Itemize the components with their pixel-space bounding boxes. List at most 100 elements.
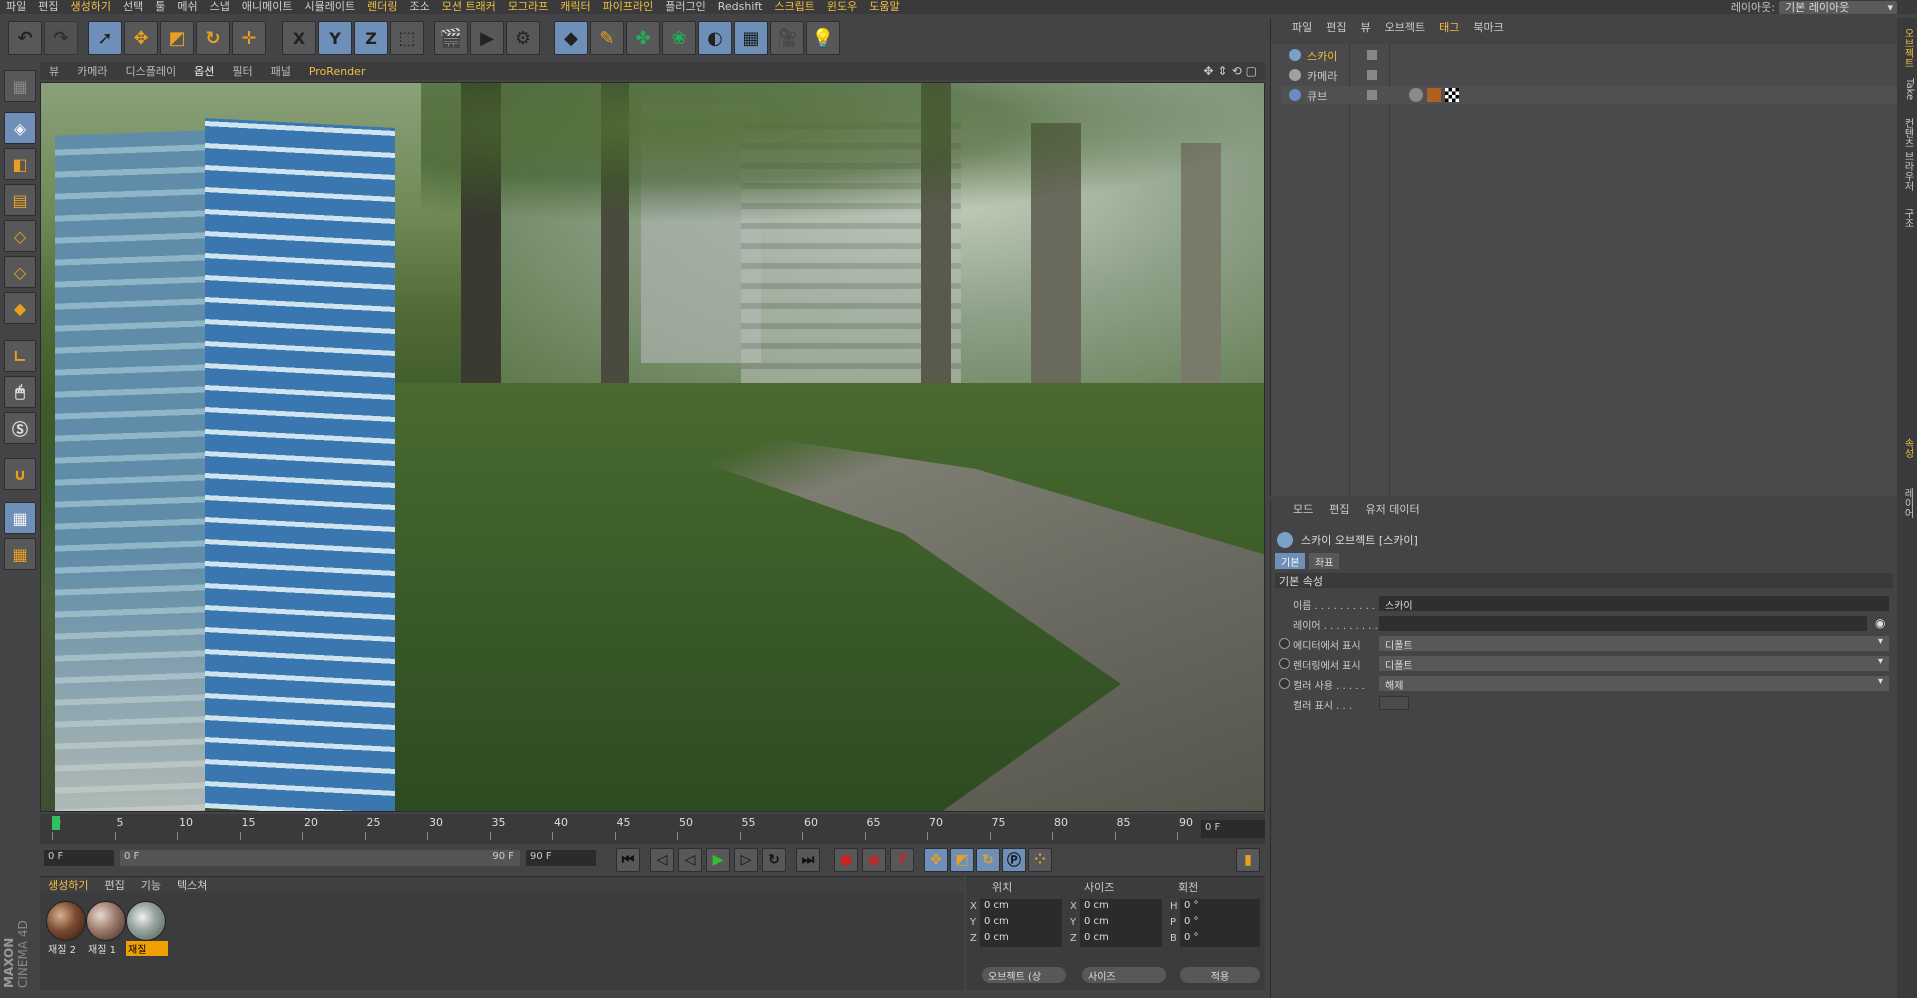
3d-viewport[interactable] (40, 82, 1265, 812)
key-parameter-button[interactable]: Ⓟ (1002, 848, 1026, 872)
point-mode-button[interactable]: ◇ (4, 220, 36, 252)
model-mode-button[interactable]: ◈ (4, 112, 36, 144)
color-swatch[interactable] (1379, 696, 1409, 710)
material-menu-item[interactable]: 생성하기 (40, 877, 96, 893)
visibility-toggle[interactable] (1367, 70, 1377, 80)
texture-tag-icon[interactable] (1427, 88, 1441, 102)
record-keys-button[interactable]: ● (834, 848, 858, 872)
viewport-menu-item[interactable]: 디스플레이 (117, 63, 186, 79)
menu-item[interactable]: 시뮬레이트 (298, 0, 361, 14)
keyframe-selection-button[interactable]: ? (890, 848, 914, 872)
object-mode-dropdown[interactable]: 오브젝트 (상 (982, 967, 1066, 983)
menu-item[interactable]: Redshift (712, 0, 769, 14)
menu-item[interactable]: 파일 (0, 0, 32, 14)
attribute-dropdown[interactable]: 해제 (1379, 676, 1889, 692)
attribute-menu-item[interactable]: 유저 데이터 (1358, 501, 1428, 517)
manager-side-tab[interactable]: 레이어 (1899, 488, 1915, 518)
auto-key-button[interactable]: ◉ (862, 848, 886, 872)
go-to-end-button[interactable]: ⏭ (796, 848, 820, 872)
pan-icon[interactable]: ✥ (1203, 64, 1213, 78)
object-manager-menu-item[interactable]: 오브젝트 (1378, 19, 1432, 35)
size-mode-dropdown[interactable]: 사이즈 (1082, 967, 1166, 983)
array-generator-button[interactable]: ❀ (662, 21, 696, 55)
cube-object-button[interactable]: ◆ (554, 21, 588, 55)
viewport-menu-item[interactable]: 뷰 (40, 63, 68, 79)
menu-item[interactable]: 플러그인 (659, 0, 711, 14)
menu-item[interactable]: 애니메이트 (236, 0, 299, 14)
attribute-menu-item[interactable]: 모드 (1285, 501, 1321, 517)
make-editable-button[interactable]: ▦ (4, 70, 36, 102)
menu-item[interactable]: 윈도우 (821, 0, 863, 14)
playhead[interactable] (52, 816, 60, 830)
attribute-dropdown[interactable]: 디폴트 (1379, 636, 1889, 652)
cube-object-right-face[interactable] (205, 118, 395, 811)
previous-key-button[interactable]: ◁ (650, 848, 674, 872)
object-row[interactable]: 큐브 (1281, 86, 1898, 104)
apply-button[interactable]: 적용 (1180, 967, 1260, 983)
object-manager-menu-item[interactable]: 편집 (1319, 19, 1353, 35)
play-button[interactable]: ▶ (706, 848, 730, 872)
material-swatch[interactable]: 재질 (126, 901, 168, 957)
material-menu-item[interactable]: 기능 (133, 877, 169, 893)
timeline-window-button[interactable]: ▮ (1236, 848, 1260, 872)
menu-item[interactable]: 툴 (149, 0, 171, 14)
menu-item[interactable]: 편집 (32, 0, 64, 14)
material-menu-item[interactable]: 편집 (96, 877, 132, 893)
move-tool-button[interactable]: ✥ (124, 21, 158, 55)
object-manager-menu-item[interactable]: 파일 (1285, 19, 1319, 35)
grid-snap-button[interactable]: ▦ (4, 538, 36, 570)
deformer-button[interactable]: ◐ (698, 21, 732, 55)
subdivision-button[interactable]: ✤ (626, 21, 660, 55)
rotation-field[interactable]: 0 ° (1180, 915, 1260, 931)
rotation-field[interactable]: 0 ° (1180, 931, 1260, 947)
menu-item[interactable]: 스냅 (204, 0, 236, 14)
material-tag-icon[interactable] (1409, 88, 1423, 102)
key-position-button[interactable]: ✥ (924, 848, 948, 872)
preview-range-slider[interactable]: 0 F 90 F (120, 850, 520, 866)
animation-radio[interactable] (1279, 638, 1290, 649)
attribute-input[interactable]: 스카이 (1379, 596, 1889, 612)
zoom-icon[interactable]: ⇕ (1218, 64, 1228, 78)
menu-item[interactable]: 스크립트 (768, 0, 820, 14)
viewport-menu-item[interactable]: ProRender (300, 65, 375, 78)
menu-item[interactable]: 메쉬 (171, 0, 203, 14)
snap-button[interactable]: Ⓢ (4, 412, 36, 444)
previous-frame-button[interactable]: ◁ (678, 848, 702, 872)
redo-button[interactable]: ↷ (44, 21, 78, 55)
attribute-dropdown[interactable]: 디폴트 (1379, 656, 1889, 672)
object-row[interactable]: 스카이 (1281, 46, 1898, 64)
tweak-mode-button[interactable]: 🖱 (4, 376, 36, 408)
visibility-toggle[interactable] (1367, 90, 1377, 100)
key-scale-button[interactable]: ◩ (950, 848, 974, 872)
undo-button[interactable]: ↶ (8, 21, 42, 55)
light-object-button[interactable]: 💡 (806, 21, 840, 55)
end-frame-field[interactable]: 90 F (526, 850, 596, 866)
rotate-tool-button[interactable]: ↻ (196, 21, 230, 55)
pen-spline-button[interactable]: ✎ (590, 21, 624, 55)
material-menu-item[interactable]: 텍스쳐 (169, 877, 215, 893)
next-key-button[interactable]: ↻ (762, 848, 786, 872)
object-row[interactable]: 카메라 (1281, 66, 1898, 84)
layer-picker-icon[interactable]: ◉ (1875, 616, 1885, 630)
object-name[interactable]: 큐브 (1307, 88, 1327, 104)
attribute-tab[interactable]: 좌표 (1309, 553, 1340, 569)
manager-side-tab[interactable]: Take (1899, 78, 1915, 100)
menu-item[interactable]: 모션 트래커 (436, 0, 502, 14)
phong-tag-icon[interactable] (1445, 88, 1459, 102)
object-manager-menu-item[interactable]: 북마크 (1466, 19, 1510, 35)
coordinate-system-button[interactable]: ⬚ (390, 21, 424, 55)
go-to-start-button[interactable]: ⏮ (616, 848, 640, 872)
axis-mode-button[interactable]: ∟ (4, 340, 36, 372)
layout-dropdown[interactable]: 기본 레이아웃 (1779, 0, 1897, 14)
visibility-toggle[interactable] (1367, 50, 1377, 60)
object-name[interactable]: 스카이 (1307, 48, 1337, 64)
manager-side-tab[interactable]: 오브젝트 (1899, 28, 1915, 68)
size-field[interactable]: 0 cm (1080, 899, 1162, 915)
y-axis-lock-button[interactable]: Y (318, 21, 352, 55)
render-view-button[interactable]: 🎬 (434, 21, 468, 55)
x-axis-lock-button[interactable]: X (282, 21, 316, 55)
menu-item[interactable]: 파이프라인 (597, 0, 660, 14)
timeline[interactable]: 051015202530354045505560657075808590 0 F (40, 814, 1265, 844)
viewport-menu-item[interactable]: 필터 (223, 63, 261, 79)
texture-mode-button[interactable]: ◧ (4, 148, 36, 180)
